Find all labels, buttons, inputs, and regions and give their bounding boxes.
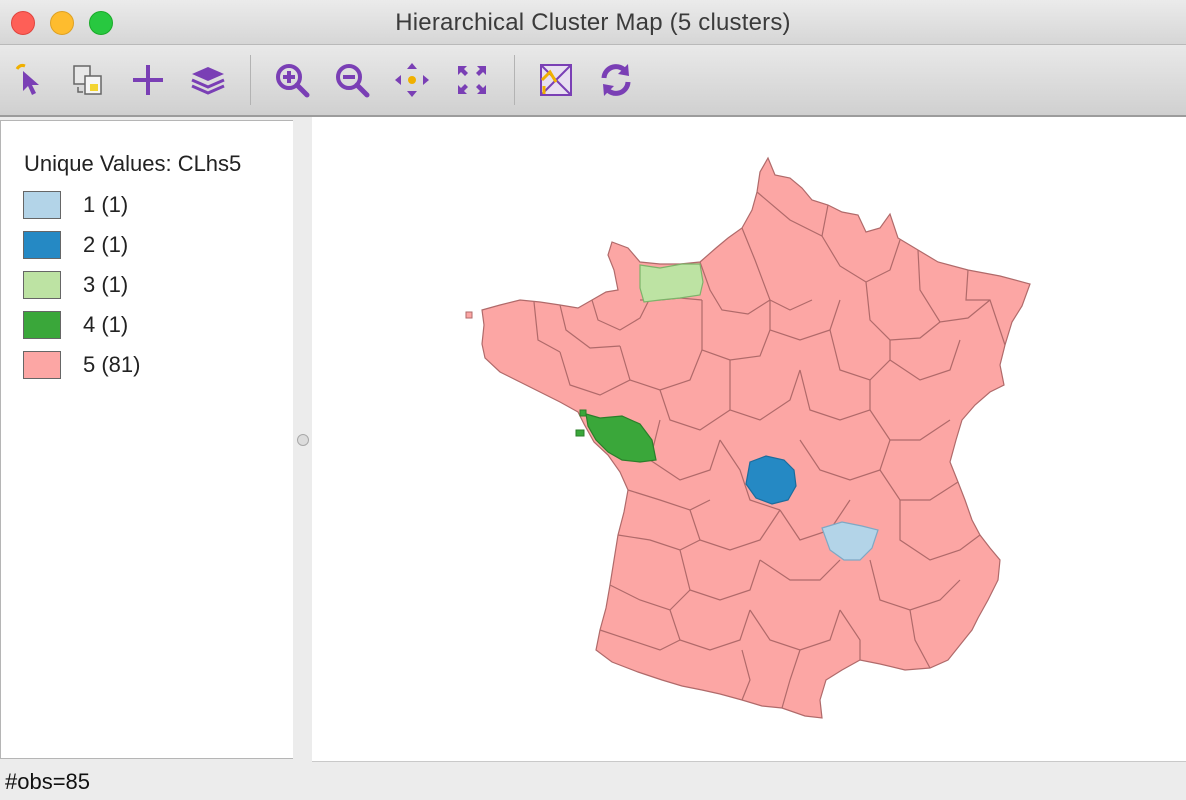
legend-swatch [23, 191, 61, 219]
legend-label: 3 (1) [83, 272, 129, 297]
copy-image-button[interactable] [68, 60, 108, 100]
legend-panel[interactable]: Unique Values: CLhs5 1 (1) 2 (1) 3 (1) 4… [0, 120, 294, 759]
pane-splitter[interactable] [293, 120, 312, 760]
legend-title: Unique Values: CLhs5 [24, 151, 242, 176]
full-extent-button[interactable] [452, 60, 492, 100]
refresh-icon [601, 64, 631, 96]
full-extent-icon [458, 66, 486, 94]
plus-icon [133, 65, 163, 95]
legend-label: 2 (1) [83, 232, 129, 257]
window-title: Hierarchical Cluster Map (5 clusters) [395, 9, 791, 36]
title-bar: Hierarchical Cluster Map (5 clusters) [0, 0, 1186, 45]
zoom-out-icon [336, 64, 370, 98]
legend-swatch [23, 311, 61, 339]
map-canvas[interactable] [312, 117, 1186, 762]
copy-image-icon [73, 65, 102, 95]
layers-icon [191, 67, 225, 95]
map-region-island [579, 409, 587, 417]
legend-swatch [23, 231, 61, 259]
basemap-button[interactable] [536, 60, 576, 100]
select-tool-button[interactable] [10, 60, 50, 100]
observation-count: #obs=85 [5, 769, 91, 794]
legend-swatch [23, 271, 61, 299]
cluster-map[interactable] [312, 117, 1186, 761]
zoom-in-button[interactable] [272, 60, 312, 100]
status-bar: #obs=85 [0, 762, 1186, 800]
map-region-normandy-department[interactable] [639, 263, 704, 303]
map-region-island [465, 311, 473, 319]
add-layer-button[interactable] [128, 60, 168, 100]
splitter-handle[interactable] [297, 434, 309, 446]
legend-label: 4 (1) [83, 312, 129, 337]
toolbar-separator [514, 55, 515, 105]
layers-button[interactable] [188, 60, 228, 100]
toolbar-separator [250, 55, 251, 105]
legend-label: 1 (1) [83, 192, 129, 217]
legend-label: 5 (81) [83, 352, 141, 377]
select-arrow-icon [15, 63, 39, 95]
zoom-in-icon [276, 64, 310, 98]
zoom-out-button[interactable] [332, 60, 372, 100]
refresh-button[interactable] [596, 60, 636, 100]
basemap-icon [540, 64, 572, 96]
legend-swatch [23, 351, 61, 379]
map-region-rest-of-france[interactable] [481, 156, 1031, 719]
pan-icon [395, 63, 429, 97]
pan-button[interactable] [392, 60, 432, 100]
toolbar [0, 45, 1186, 117]
map-region-island [575, 429, 585, 437]
